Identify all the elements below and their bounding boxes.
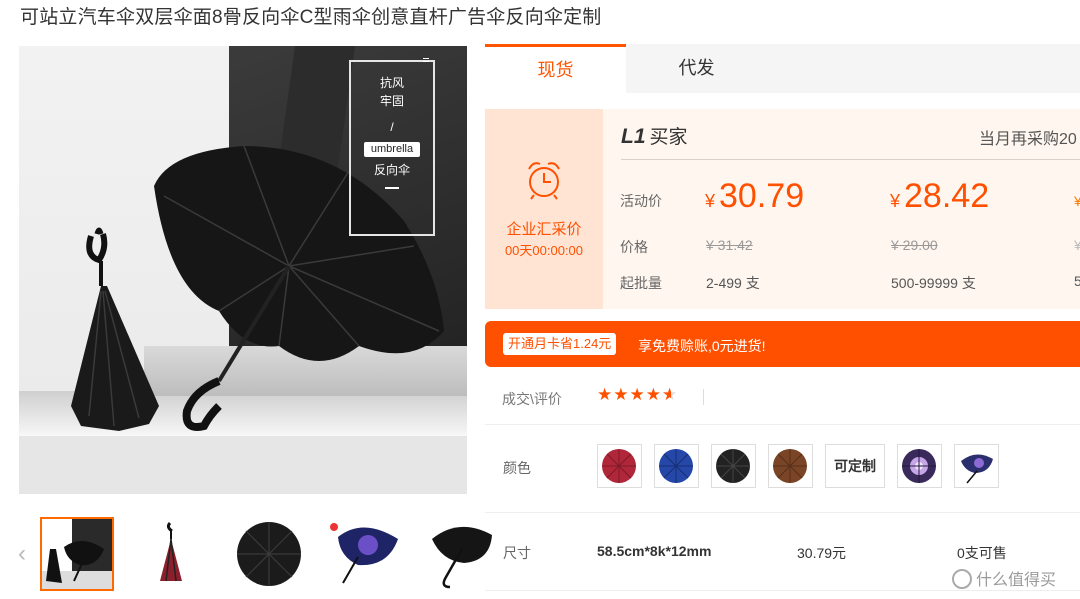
countdown-timer: 00天00:00:00 — [504, 243, 584, 258]
rating-label: 成交\评价 — [502, 391, 562, 407]
tier-1-original-price: ¥ 31.42 — [706, 237, 753, 253]
tab-in-stock[interactable]: 现货 — [485, 44, 626, 93]
main-product-image: 抗风 牢固 / umbrella 反向伞 — [19, 46, 467, 494]
enterprise-price-block: 企业汇采价 00天00:00:00 — [485, 109, 603, 309]
rating-separator — [703, 389, 704, 405]
color-option-black[interactable] — [711, 444, 756, 488]
sign-pill: umbrella — [364, 142, 420, 157]
watermark-text: 什么值得买 — [976, 572, 1057, 589]
thumbnail-2[interactable] — [136, 517, 210, 591]
star-rating[interactable]: ★★★★★ ★ — [597, 385, 678, 405]
product-title: 可站立汽车伞双层伞面8骨反向伞C型雨伞创意直杆广告伞反向伞定制 — [20, 7, 602, 28]
tier-2-price-value: 28.42 — [904, 177, 990, 215]
activity-price-label: 活动价 — [620, 193, 662, 209]
watermark-logo-icon — [952, 569, 972, 589]
enterprise-price-label: 企业汇采价 — [506, 221, 582, 238]
promo-sign: 抗风 牢固 / umbrella 反向伞 — [349, 58, 435, 236]
size-price: 30.79元 — [797, 545, 847, 561]
purchase-tabs: 现货 代发 — [485, 44, 1080, 93]
sign-ornament — [423, 58, 429, 62]
color-option-red[interactable] — [597, 444, 642, 488]
section-divider — [485, 590, 1080, 591]
buyer-level: L1 买家 — [621, 122, 688, 149]
tier-2-original-price: ¥ 29.00 — [891, 237, 938, 253]
section-divider — [485, 512, 1080, 513]
tab-dropship[interactable]: 代发 — [626, 44, 767, 93]
half-star-icon: ★ ★ — [662, 385, 679, 404]
sign-bottom: 反向伞 — [373, 163, 410, 177]
thumbnail-5[interactable] — [424, 517, 498, 591]
sign-line-3: / — [390, 120, 394, 134]
buyer-divider — [621, 159, 1080, 160]
promo-text: 享免费赊账,0元进货! — [638, 338, 766, 354]
color-option-starry-reverse[interactable] — [954, 444, 999, 488]
thumbnail-strip — [40, 517, 498, 591]
tier-3-cut-moq: 5 — [1074, 273, 1080, 289]
sign-dash — [385, 187, 399, 189]
section-divider — [485, 424, 1080, 425]
size-stock: 0支可售 — [957, 545, 1007, 561]
thumbnail-3[interactable] — [232, 517, 306, 591]
star-icon: ★ — [597, 385, 614, 404]
site-watermark: 什么值得买 — [952, 566, 1056, 590]
price-panel: 企业汇采价 00天00:00:00 L1 买家 当月再采购20 活动价 价格 起批… — [485, 109, 1080, 309]
color-option-starry[interactable] — [897, 444, 942, 488]
star-icon: ★ — [645, 385, 662, 404]
star-icon: ★ — [629, 385, 646, 404]
tier-1-currency: ¥ — [705, 191, 716, 211]
buyer-level-label: 买家 — [649, 127, 688, 148]
size-label: 尺寸 — [503, 545, 531, 561]
moq-label: 起批量 — [620, 275, 662, 291]
star-icon: ★ — [613, 385, 630, 404]
thumbnail-1[interactable] — [40, 517, 114, 591]
sign-line-1: 抗风 — [379, 76, 404, 90]
color-option-custom[interactable]: 可定制 — [825, 444, 885, 488]
alarm-clock-icon — [528, 162, 560, 200]
color-options: 可定制 — [597, 444, 999, 488]
color-option-blue[interactable] — [654, 444, 699, 488]
membership-promo-bar[interactable]: 开通月卡省1.24元 享免费赊账,0元进货! — [485, 321, 1080, 367]
tier-3-cut-original: ¥ — [1074, 237, 1080, 253]
tier-1-activity-price: ¥30.79 — [705, 177, 804, 216]
buyer-level-badge: L1 — [621, 125, 646, 148]
tier-2-moq: 500-99999 支 — [891, 275, 976, 291]
color-option-brown[interactable] — [768, 444, 813, 488]
color-label: 颜色 — [503, 460, 531, 476]
sign-line-2: 牢固 — [379, 94, 404, 108]
tier-1-moq: 2-499 支 — [706, 275, 760, 291]
tier-3-cut-price: ¥ — [1074, 193, 1080, 209]
size-spec[interactable]: 58.5cm*8k*12mm — [597, 543, 711, 559]
tier-2-activity-price: ¥28.42 — [890, 177, 989, 216]
repurchase-note: 当月再采购20 — [979, 131, 1077, 148]
original-price-label: 价格 — [620, 239, 648, 255]
thumbnail-4[interactable] — [328, 517, 402, 591]
promo-tag[interactable]: 开通月卡省1.24元 — [503, 333, 617, 355]
tier-1-price-value: 30.79 — [719, 177, 805, 215]
gallery-prev-icon[interactable]: ‹ — [18, 540, 26, 568]
tier-2-currency: ¥ — [890, 191, 901, 211]
